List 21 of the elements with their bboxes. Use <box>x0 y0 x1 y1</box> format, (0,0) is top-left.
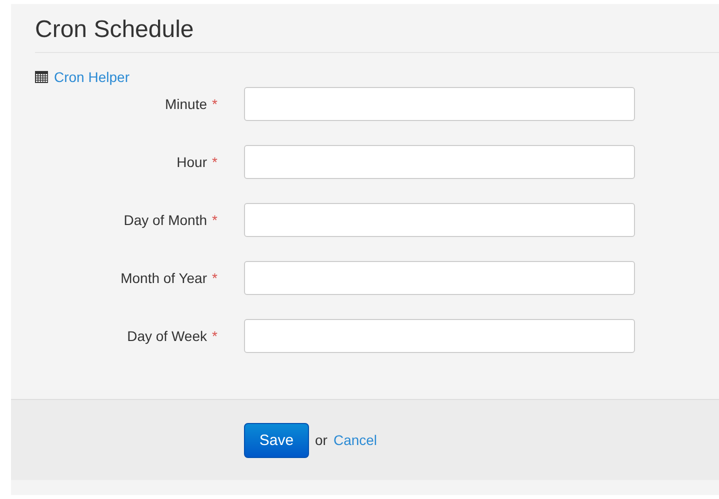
required-mark: * <box>212 270 218 286</box>
input-field[interactable] <box>244 261 635 295</box>
required-mark: * <box>212 154 218 170</box>
required-mark: * <box>212 212 218 228</box>
field-label: Day of Week <box>126 328 207 344</box>
calendar-icon <box>35 71 48 83</box>
input-field[interactable] <box>244 203 635 237</box>
required-mark: * <box>212 96 218 112</box>
page-title: Cron Schedule <box>35 16 195 44</box>
field-label: Hour <box>176 154 207 170</box>
cancel-link[interactable]: Cancel <box>333 432 378 448</box>
input-field[interactable] <box>244 319 635 353</box>
input-field[interactable] <box>244 145 635 179</box>
input-field[interactable] <box>244 87 635 121</box>
field-label: Minute <box>164 96 207 112</box>
field-label: Month of Year <box>120 270 207 286</box>
or-text: or <box>315 432 328 448</box>
save-button[interactable]: Save <box>244 422 309 458</box>
required-mark: * <box>212 328 218 344</box>
field-label: Day of Month <box>122 212 207 228</box>
cron-helper-link[interactable]: Cron Helper <box>54 69 130 85</box>
